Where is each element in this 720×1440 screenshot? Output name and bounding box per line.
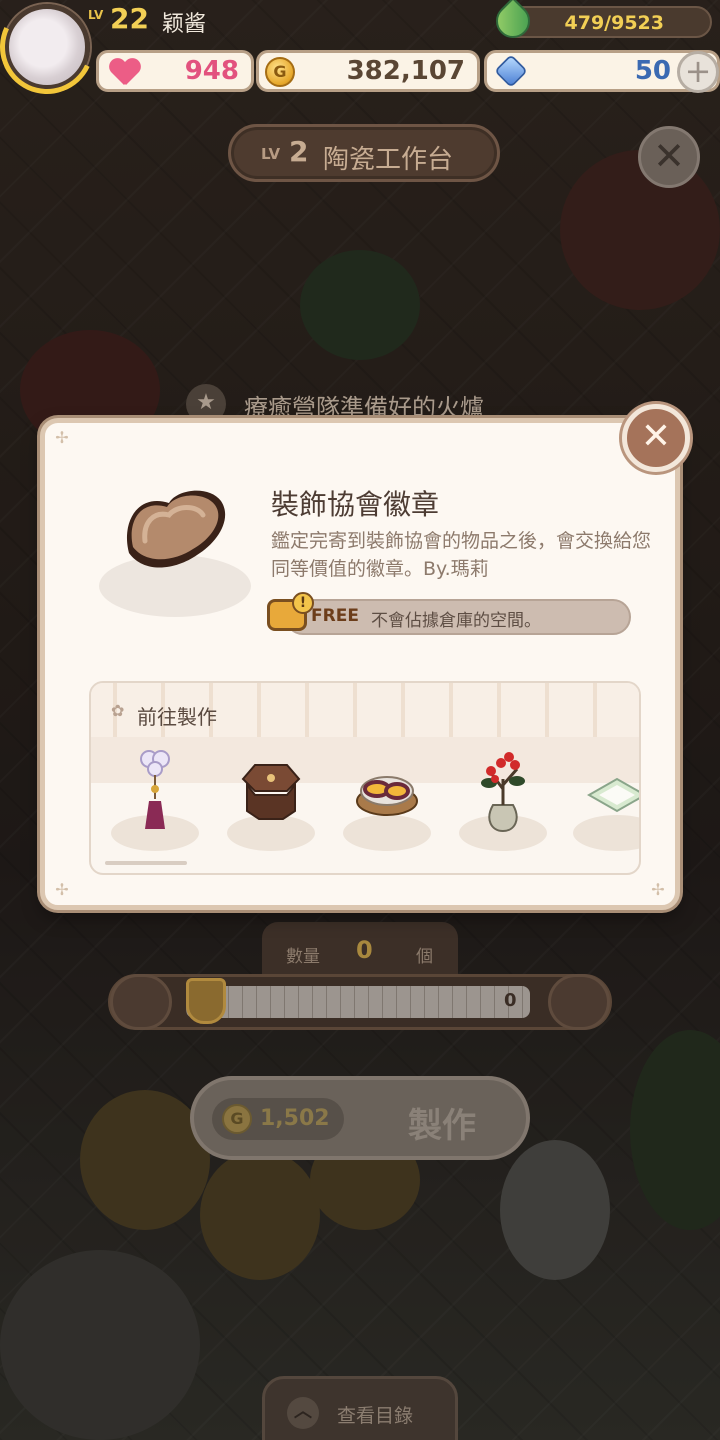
chevron-up-icon: ︿ xyxy=(287,1397,319,1429)
flower-icon: ✿ xyxy=(111,701,125,720)
view-catalog-button[interactable]: ︿ 查看目錄 xyxy=(262,1376,458,1440)
make-button[interactable]: G 1,502 製作 xyxy=(190,1076,530,1160)
go-craft-title: 前往製作 xyxy=(137,705,217,729)
exp-text: 479/9523 xyxy=(564,12,664,34)
craft-item-cushion[interactable] xyxy=(571,749,639,859)
make-button-label: 製作 xyxy=(408,1106,476,1146)
item-title: 裝飾協會徽章 xyxy=(271,488,440,521)
roasted-sweet-potato-icon xyxy=(356,776,418,816)
quantity-slider-handle[interactable] xyxy=(186,978,226,1024)
gems-value: 50 xyxy=(634,56,671,86)
player-level: 22 xyxy=(110,2,149,35)
player-avatar[interactable] xyxy=(0,0,108,108)
make-cost-value: 1,502 xyxy=(260,1106,330,1131)
red-berry-vase-icon xyxy=(481,752,525,833)
craft-item-sweet-potato[interactable] xyxy=(341,749,433,859)
hearts-counter[interactable]: 948 xyxy=(96,50,254,92)
gold-coin-icon: G xyxy=(222,1104,252,1134)
go-craft-panel: ✿ 前往製作 xyxy=(89,681,641,875)
wooden-table-icon xyxy=(241,764,301,820)
item-description: 鑑定完寄到裝飾協會的物品之後，會交換給您同等價值的徽章。By.瑪莉 xyxy=(271,530,652,580)
leaf-icon xyxy=(488,0,538,46)
craft-items-scroll-indicator xyxy=(105,861,187,865)
decrease-quantity-button[interactable] xyxy=(110,974,172,1030)
quantity-value: 0 xyxy=(356,936,373,964)
quantity-slider-value: 0 xyxy=(504,990,517,1011)
tassel-ornament-icon xyxy=(140,750,170,829)
craft-item-berry-vase[interactable] xyxy=(457,749,549,859)
quantity-label: 數量 xyxy=(286,947,320,967)
gold-coin-icon: G xyxy=(265,57,295,87)
add-gems-button[interactable]: + xyxy=(677,51,719,93)
craft-item-tassel[interactable] xyxy=(109,749,201,859)
workbench-name: 陶瓷工作台 xyxy=(323,145,454,175)
view-catalog-label: 查看目錄 xyxy=(337,1405,414,1427)
corner-ornament: ✢ xyxy=(651,880,665,899)
hearts-value: 948 xyxy=(184,56,239,86)
quantity-slider-track[interactable] xyxy=(186,986,530,1018)
gold-value: 382,107 xyxy=(346,56,465,86)
player-name: 颖酱 xyxy=(162,12,207,37)
exp-bar[interactable]: 479/9523 xyxy=(488,0,712,46)
corner-ornament: ✢ xyxy=(55,880,69,899)
close-dialog-button[interactable]: ✕ xyxy=(622,404,690,472)
workbench-level: 2 xyxy=(289,135,309,168)
gems-counter[interactable]: 50 + xyxy=(484,50,720,93)
make-cost: G 1,502 xyxy=(212,1098,344,1140)
gold-counter[interactable]: G 382,107 xyxy=(256,50,480,92)
workbench-close-button[interactable]: ✕ xyxy=(638,126,700,188)
quantity-unit: 個 xyxy=(416,947,433,967)
gem-icon xyxy=(494,54,528,88)
workbench-level-prefix: LV xyxy=(261,145,281,163)
corner-ornament: ✢ xyxy=(55,428,69,447)
increase-quantity-button[interactable] xyxy=(548,974,610,1030)
decoration-association-badge-icon xyxy=(126,490,226,568)
top-status-bar: LV 22 颖酱 479/9523 948 G 382,107 50 + xyxy=(0,0,720,108)
free-storage-text: 不會佔據倉庫的空間。 xyxy=(371,611,541,631)
free-badge: FREE xyxy=(311,606,359,626)
cushion-icon xyxy=(586,777,639,813)
craft-item-table[interactable] xyxy=(225,749,317,859)
item-info-dialog: ✢ ✢ ✢ 裝飾協會徽章 鑑定完寄到裝飾協會的物品之後，會交換給您同等價值的徽章… xyxy=(40,418,680,910)
player-level-prefix: LV xyxy=(88,8,104,22)
heart-icon xyxy=(109,59,139,85)
workbench-title: LV 2 陶瓷工作台 xyxy=(228,124,500,182)
storage-box-icon: ! xyxy=(267,592,314,631)
